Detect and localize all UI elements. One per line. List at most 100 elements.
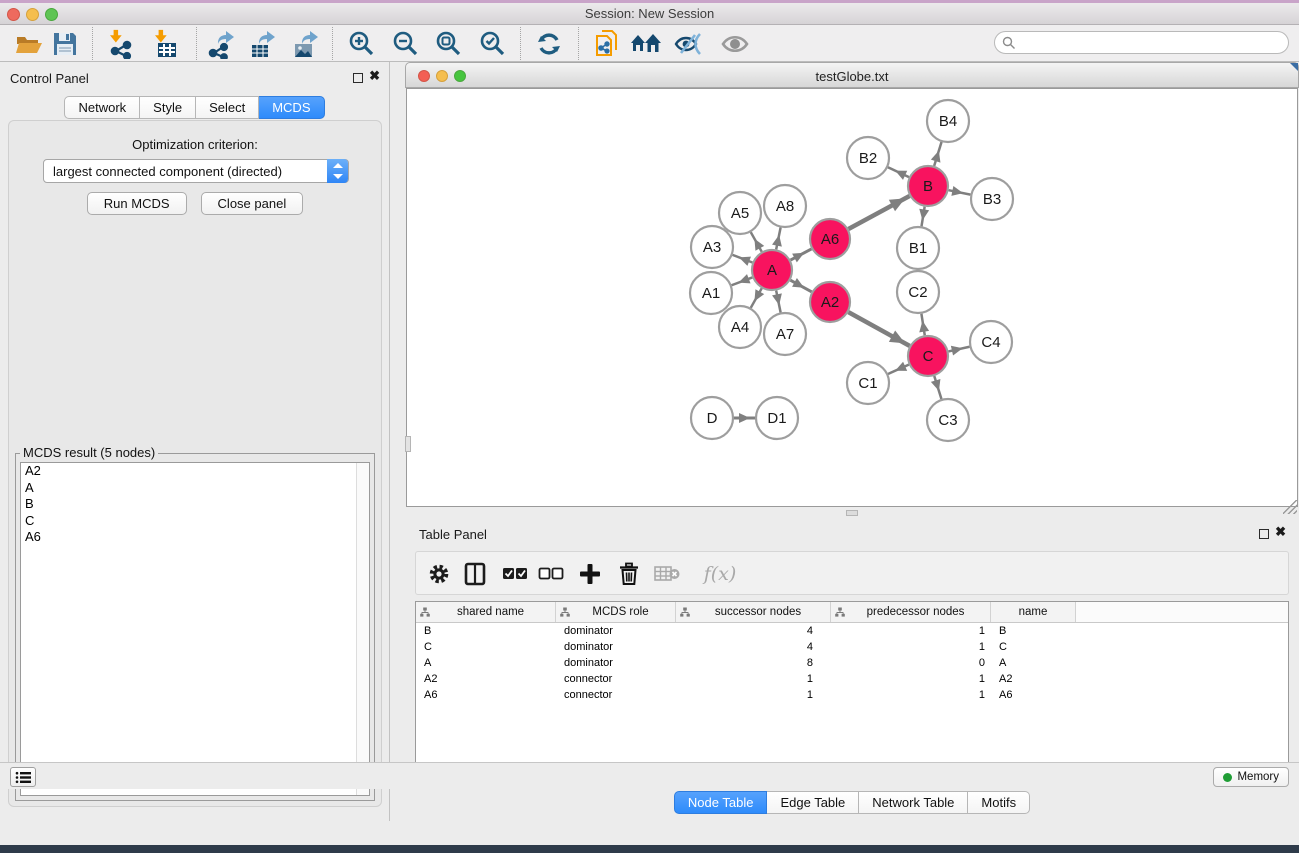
node-A7[interactable]: A7: [764, 313, 806, 355]
node-B4[interactable]: B4: [927, 100, 969, 142]
search-box[interactable]: [994, 31, 1289, 54]
node-C[interactable]: C: [908, 336, 948, 376]
list-scrollbar[interactable]: [356, 463, 369, 795]
search-input[interactable]: [1019, 33, 1279, 52]
tab-select[interactable]: Select: [196, 96, 259, 119]
table-cell[interactable]: 1: [676, 671, 831, 687]
table-cell[interactable]: connector: [556, 671, 676, 687]
node-A3[interactable]: A3: [691, 226, 733, 268]
node-C2[interactable]: C2: [897, 271, 939, 313]
table-cell[interactable]: 8: [676, 655, 831, 671]
delete-columns-trash-icon[interactable]: [614, 559, 644, 589]
node-B1[interactable]: B1: [897, 227, 939, 269]
mcds-result-list[interactable]: A2ABCA6: [20, 462, 370, 796]
table-options-gear-icon[interactable]: [424, 559, 454, 589]
table-cell[interactable]: 1: [676, 687, 831, 703]
table-row[interactable]: Adominator80A: [416, 655, 1288, 671]
select-stepper-icon[interactable]: [327, 159, 348, 183]
node-B3[interactable]: B3: [971, 178, 1013, 220]
table-cell[interactable]: A6: [991, 687, 1076, 703]
node-C4[interactable]: C4: [970, 321, 1012, 363]
node-A[interactable]: A: [752, 250, 792, 290]
home-view-icon[interactable]: [630, 28, 662, 59]
mcds-result-item[interactable]: A6: [21, 529, 369, 546]
table-cell[interactable]: dominator: [556, 655, 676, 671]
show-column-icon[interactable]: [460, 559, 490, 589]
zoom-fit-icon[interactable]: [433, 28, 465, 59]
table-cell[interactable]: A: [991, 655, 1076, 671]
table-cell[interactable]: 1: [831, 687, 991, 703]
node-A8[interactable]: A8: [764, 185, 806, 227]
table-cell[interactable]: A2: [991, 671, 1076, 687]
column-header-shared-name[interactable]: shared name: [416, 602, 556, 622]
export-image-icon[interactable]: [289, 28, 321, 59]
mcds-result-item[interactable]: A: [21, 480, 369, 497]
criterion-select[interactable]: largest connected component (directed): [43, 159, 349, 183]
hide-selected-icon[interactable]: [673, 28, 705, 59]
node-D[interactable]: D: [691, 397, 733, 439]
node-A2[interactable]: A2: [810, 282, 850, 322]
table-cell[interactable]: 1: [831, 623, 991, 639]
save-session-icon[interactable]: [49, 28, 81, 59]
column-header-MCDS-role[interactable]: MCDS role: [556, 602, 676, 622]
function-builder-icon[interactable]: f(x): [698, 559, 742, 589]
node-A4[interactable]: A4: [719, 306, 761, 348]
network-window-titlebar[interactable]: testGlobe.txt: [405, 62, 1299, 88]
panel-divider-grip[interactable]: [405, 436, 411, 452]
open-session-icon[interactable]: [13, 28, 45, 59]
table-cell[interactable]: 4: [676, 639, 831, 655]
table-cell[interactable]: 4: [676, 623, 831, 639]
show-all-icon[interactable]: [719, 28, 751, 59]
table-cell[interactable]: 1: [831, 671, 991, 687]
table-cell[interactable]: A2: [416, 671, 556, 687]
zoom-selected-icon[interactable]: [477, 28, 509, 59]
apply-layout-icon[interactable]: [533, 28, 565, 59]
float-panel-icon[interactable]: [1259, 529, 1269, 539]
select-all-rows-icon[interactable]: [500, 559, 530, 589]
mcds-result-item[interactable]: B: [21, 496, 369, 513]
mcds-result-item[interactable]: C: [21, 513, 369, 530]
table-row[interactable]: A2connector11A2: [416, 671, 1288, 687]
table-row[interactable]: A6connector11A6: [416, 687, 1288, 703]
import-network-icon[interactable]: [105, 28, 137, 59]
export-network-icon[interactable]: [205, 28, 237, 59]
node-A6[interactable]: A6: [810, 219, 850, 259]
close-panel-icon[interactable]: ✖: [1275, 524, 1286, 540]
column-header-predecessor-nodes[interactable]: predecessor nodes: [831, 602, 991, 622]
table-cell[interactable]: C: [416, 639, 556, 655]
export-table-icon[interactable]: [246, 28, 278, 59]
network-copy-icon[interactable]: [591, 28, 623, 59]
node-B[interactable]: B: [908, 166, 948, 206]
panel-divider-grip[interactable]: [846, 510, 858, 516]
mcds-result-item[interactable]: A2: [21, 463, 369, 480]
table-cell[interactable]: dominator: [556, 623, 676, 639]
window-resize-grip[interactable]: [1283, 500, 1297, 514]
tab-style[interactable]: Style: [140, 96, 196, 119]
network-canvas[interactable]: B4B2BB3A5A8A6B1A3AA1C2A2A4A7CC4C1C3DD1: [406, 88, 1298, 507]
table-cell[interactable]: B: [991, 623, 1076, 639]
node-A5[interactable]: A5: [719, 192, 761, 234]
delete-table-icon[interactable]: [652, 559, 682, 589]
network-graph[interactable]: B4B2BB3A5A8A6B1A3AA1C2A2A4A7CC4C1C3DD1: [407, 89, 1297, 506]
zoom-out-icon[interactable]: [390, 28, 422, 59]
tab-motifs[interactable]: Motifs: [968, 791, 1030, 814]
table-cell[interactable]: A6: [416, 687, 556, 703]
node-C1[interactable]: C1: [847, 362, 889, 404]
table-cell[interactable]: B: [416, 623, 556, 639]
table-cell[interactable]: C: [991, 639, 1076, 655]
tab-node-table[interactable]: Node Table: [674, 791, 768, 814]
memory-button[interactable]: Memory: [1213, 767, 1289, 787]
node-D1[interactable]: D1: [756, 397, 798, 439]
table-cell[interactable]: connector: [556, 687, 676, 703]
tab-mcds[interactable]: MCDS: [259, 96, 324, 119]
table-cell[interactable]: A: [416, 655, 556, 671]
create-new-column-icon[interactable]: [575, 559, 605, 589]
table-row[interactable]: Bdominator41B: [416, 623, 1288, 639]
node-C3[interactable]: C3: [927, 399, 969, 441]
node-A1[interactable]: A1: [690, 272, 732, 314]
deselect-all-rows-icon[interactable]: [536, 559, 566, 589]
table-row[interactable]: Cdominator41C: [416, 639, 1288, 655]
float-panel-icon[interactable]: [353, 73, 363, 83]
table-cell[interactable]: 0: [831, 655, 991, 671]
tab-edge-table[interactable]: Edge Table: [767, 791, 859, 814]
